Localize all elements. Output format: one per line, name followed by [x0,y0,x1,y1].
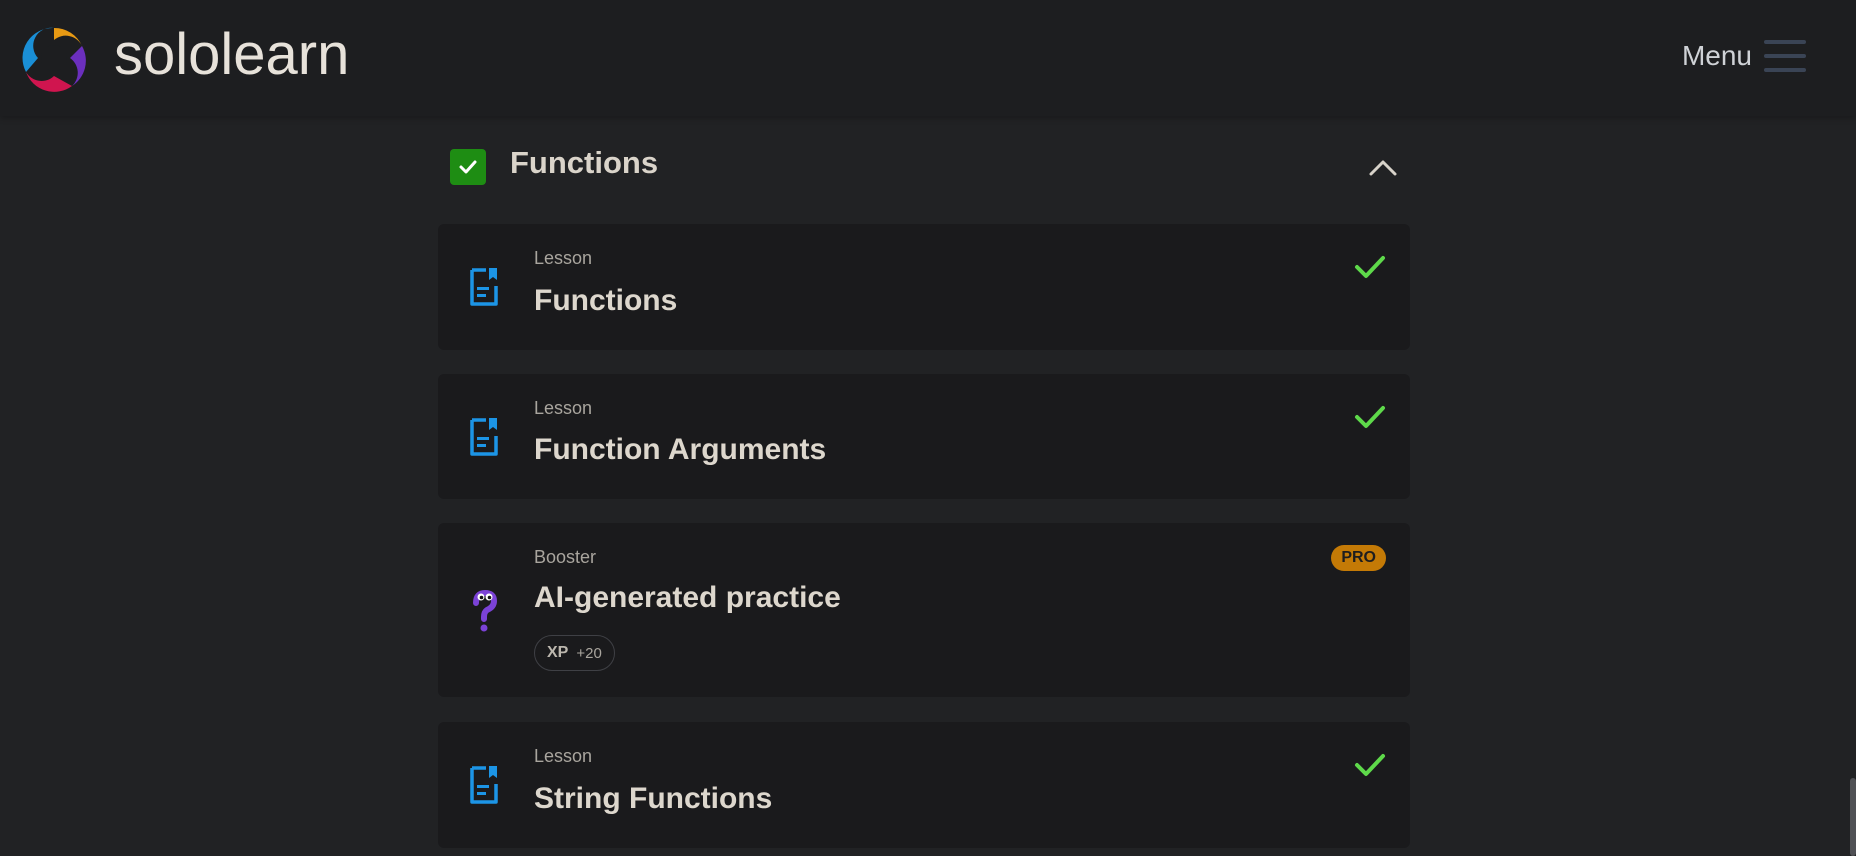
pro-badge: PRO [1331,545,1386,571]
course-module: Functions Lesson Functions Lesson Functi… [438,116,1410,848]
lesson-card-string-functions[interactable]: Lesson String Functions [438,722,1410,848]
lesson-card-functions[interactable]: Lesson Functions [438,224,1410,350]
item-kind: Lesson [534,248,593,268]
item-kind: Booster [534,547,597,567]
xp-label: XP [547,644,569,661]
section-header[interactable]: Functions [438,116,1410,222]
item-kind: Lesson [534,746,593,766]
item-title: String Functions [534,782,773,815]
check-icon [1355,256,1385,278]
sololearn-logo[interactable]: sololearn [18,22,349,94]
check-icon [459,160,477,174]
item-title: Functions [534,284,678,317]
lesson-doc-icon [470,268,498,306]
brand-name: sololearn [114,22,350,87]
check-icon [1355,406,1385,428]
menu-label: Menu [1681,40,1752,71]
lesson-doc-icon [470,766,498,804]
item-title: Function Arguments [534,433,827,466]
hamburger-icon [1764,38,1806,74]
xp-reward-pill: XP +20 [534,635,615,671]
sololearn-logo-icon [22,27,86,92]
item-kind: Lesson [534,398,593,418]
check-icon [1355,754,1385,776]
section-title: Functions [510,145,659,180]
section-completed-checkbox [450,149,486,185]
menu-button[interactable]: Menu [1682,38,1806,74]
xp-value: +20 [576,644,602,662]
top-bar: sololearn Menu [0,0,1856,116]
chevron-up-icon[interactable] [1368,154,1398,180]
lesson-card-function-arguments[interactable]: Lesson Function Arguments [438,374,1410,499]
booster-card-ai-practice[interactable]: Booster AI-generated practice PRO XP +20 [438,523,1410,697]
question-mark-icon [473,589,498,632]
lesson-doc-icon [470,418,498,456]
scrollbar-thumb[interactable] [1850,778,1856,856]
item-title: AI-generated practice [534,581,841,614]
